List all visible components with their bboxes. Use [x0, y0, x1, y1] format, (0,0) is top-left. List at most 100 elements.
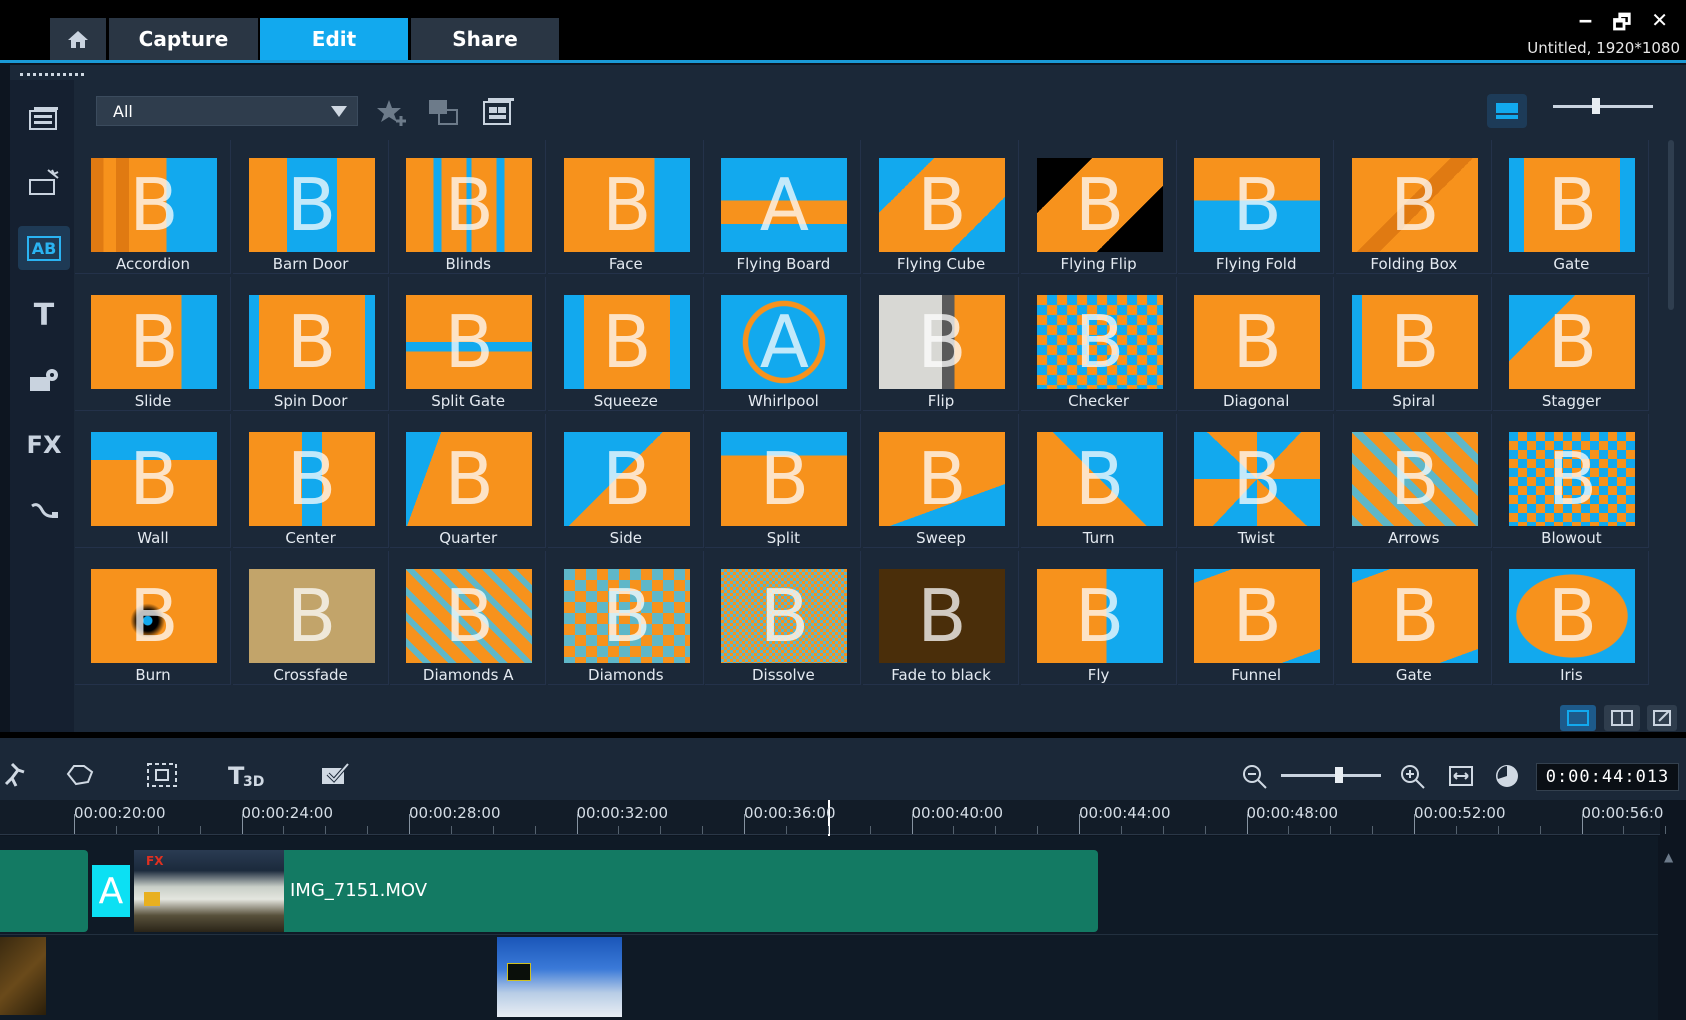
transition-label: Flying Fold — [1215, 255, 1297, 273]
pan-zoom-icon[interactable] — [144, 760, 180, 790]
transition-item[interactable]: B Iris — [1493, 551, 1650, 685]
overlay-clip-previous[interactable] — [0, 937, 46, 1015]
transition-item[interactable]: B Diamonds — [547, 551, 704, 685]
home-tab[interactable] — [50, 18, 106, 60]
transition-item[interactable]: B Quarter — [390, 414, 547, 548]
transitions-button[interactable]: AB — [18, 226, 70, 270]
path-button[interactable] — [18, 488, 70, 532]
transition-clip[interactable]: A — [92, 865, 130, 917]
transition-label: Turn — [1082, 529, 1115, 547]
transition-item[interactable]: B Folding Box — [1335, 140, 1492, 274]
fx-button[interactable]: FX — [18, 423, 70, 467]
list-view-button[interactable] — [1487, 94, 1527, 128]
transition-item[interactable]: B Gate — [1335, 551, 1492, 685]
fit-project-icon[interactable] — [1448, 763, 1474, 789]
transition-item[interactable]: B Flip — [863, 277, 1019, 411]
transition-item[interactable]: B Side — [547, 414, 704, 548]
transition-item[interactable]: B Checker — [1020, 277, 1177, 411]
transition-item[interactable]: B Blinds — [390, 140, 547, 274]
transition-item[interactable]: B Barn Door — [232, 140, 389, 274]
scroll-up-icon[interactable]: ▲ — [1664, 850, 1673, 864]
transition-item[interactable]: B Stagger — [1493, 277, 1650, 411]
tab-edit[interactable]: Edit — [260, 18, 408, 60]
minimize-button[interactable]: ‒ — [1579, 8, 1593, 42]
zoom-out-icon[interactable] — [1241, 763, 1269, 791]
tab-share[interactable]: Share — [411, 18, 559, 60]
graphics-button[interactable] — [18, 358, 70, 402]
timeline-zoom-handle[interactable] — [1335, 767, 1343, 783]
transition-item[interactable]: B Funnel — [1178, 551, 1335, 685]
title-3d-icon[interactable]: T3D — [226, 760, 266, 790]
transition-item[interactable]: B Spin Door — [232, 277, 389, 411]
transition-item[interactable]: B Squeeze — [547, 277, 704, 411]
clock-icon[interactable] — [1494, 763, 1520, 789]
panel-grip[interactable] — [20, 73, 84, 80]
transition-item[interactable]: B Fly — [1020, 551, 1177, 685]
transition-item[interactable]: B Diamonds A — [390, 551, 547, 685]
tab-capture[interactable]: Capture — [109, 18, 258, 60]
transition-thumbnail: B — [91, 569, 217, 663]
transition-item[interactable]: B Crossfade — [232, 551, 389, 685]
apply-to-all-icon[interactable] — [480, 92, 516, 132]
transition-thumbnail: B — [248, 432, 375, 526]
transition-item[interactable]: B Split — [705, 414, 862, 548]
transition-item[interactable]: B Flying Fold — [1178, 140, 1335, 274]
transition-item[interactable]: B Arrows — [1335, 414, 1492, 548]
thumbnail-glyph: B — [1390, 300, 1440, 384]
mask-creator-icon[interactable] — [62, 760, 98, 790]
checkmark-icon[interactable] — [318, 760, 352, 790]
ruler-tick — [576, 814, 578, 834]
timecode-display[interactable]: 0:00:44:013 — [1536, 763, 1679, 791]
library-view-icon — [1567, 710, 1589, 726]
transition-item[interactable]: B Twist — [1178, 414, 1335, 548]
transition-item[interactable]: B Gate — [1493, 140, 1650, 274]
transition-item[interactable]: B Flying Cube — [863, 140, 1019, 274]
instant-project-button[interactable] — [18, 160, 70, 204]
motion-tracking-icon[interactable] — [2, 760, 26, 790]
options-button[interactable] — [1647, 705, 1677, 731]
thumbnail-size-handle[interactable] — [1592, 98, 1600, 114]
thumbnail-glyph: B — [129, 300, 179, 384]
ruler-label: 00:00:48:00 — [1246, 804, 1339, 822]
transition-item[interactable]: B Face — [547, 140, 704, 274]
transition-item[interactable]: B Accordion — [75, 140, 231, 274]
clip-name: IMG_7151.MOV — [290, 880, 428, 901]
transition-item[interactable]: B Slide — [75, 277, 231, 411]
transition-item[interactable]: B Sweep — [863, 414, 1019, 548]
ruler-minor-tick — [827, 826, 829, 834]
transition-item[interactable]: B Spiral — [1335, 277, 1492, 411]
transition-item[interactable]: B Blowout — [1493, 414, 1650, 548]
thumbnail-size-slider[interactable] — [1553, 105, 1653, 108]
transition-item[interactable]: B Center — [232, 414, 389, 548]
video-clip[interactable]: FX IMG_7151.MOV — [134, 850, 1098, 932]
transition-item[interactable]: B Split Gate — [390, 277, 547, 411]
transition-label: Twist — [1237, 529, 1275, 547]
filter-dropdown[interactable]: All — [96, 96, 358, 126]
title-button[interactable]: T — [18, 293, 70, 337]
close-button[interactable]: ✕ — [1651, 8, 1668, 42]
overlay-track — [0, 935, 1658, 1020]
ruler-minor-tick — [1330, 826, 1332, 834]
transition-item[interactable]: B Fade to black — [863, 551, 1019, 685]
restore-button[interactable]: 🗗 — [1612, 8, 1631, 42]
library-scrollbar[interactable] — [1668, 140, 1674, 310]
transition-item[interactable]: A Whirlpool — [705, 277, 862, 411]
add-to-favorites-icon[interactable] — [375, 92, 409, 132]
transition-item[interactable]: A Flying Board — [705, 140, 862, 274]
zoom-in-icon[interactable] — [1399, 763, 1427, 791]
transition-item[interactable]: B Burn — [75, 551, 231, 685]
player-view-button[interactable] — [1604, 705, 1640, 731]
timeline-zoom-slider[interactable] — [1281, 774, 1381, 777]
transition-item[interactable]: B Wall — [75, 414, 231, 548]
video-clip-previous[interactable] — [0, 850, 88, 932]
transition-item[interactable]: B Dissolve — [705, 551, 862, 685]
library-view-button[interactable] — [1560, 705, 1596, 731]
transition-item[interactable]: B Diagonal — [1178, 277, 1335, 411]
apply-transition-icon[interactable] — [427, 92, 461, 132]
thumbnail-glyph: B — [286, 437, 337, 521]
transition-item[interactable]: B Turn — [1020, 414, 1177, 548]
transition-thumbnail: B — [1509, 295, 1636, 389]
media-button[interactable] — [18, 96, 70, 140]
transition-item[interactable]: B Flying Flip — [1020, 140, 1177, 274]
overlay-clip[interactable] — [497, 937, 622, 1017]
